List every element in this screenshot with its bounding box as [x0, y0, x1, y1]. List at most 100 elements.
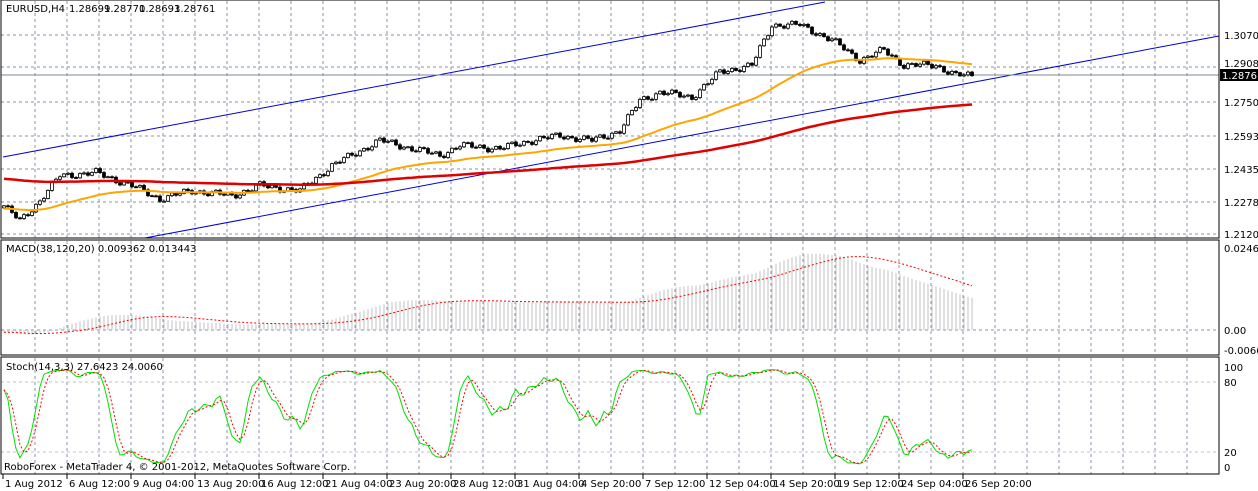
candle: [526, 140, 530, 143]
candle: [626, 114, 630, 126]
candle: [30, 211, 34, 216]
candle: [398, 144, 402, 150]
candle: [6, 205, 10, 208]
candle: [342, 157, 346, 163]
candle: [266, 185, 270, 189]
candle: [914, 63, 918, 67]
candle: [450, 147, 454, 154]
candle: [290, 187, 294, 190]
candle: [942, 66, 946, 73]
price-tick-label: 1.30700: [1224, 31, 1258, 42]
candle: [542, 136, 546, 139]
candle: [750, 62, 754, 66]
candle: [274, 185, 278, 188]
candle: [78, 173, 82, 179]
candle: [326, 170, 330, 176]
candle: [758, 45, 762, 58]
time-label: 14 Sep 20:00: [773, 479, 840, 490]
candle: [86, 172, 90, 176]
candle: [370, 146, 374, 151]
candle: [646, 96, 650, 100]
candle: [402, 146, 406, 150]
candle: [178, 193, 182, 196]
candle: [102, 172, 106, 178]
candle: [530, 141, 534, 145]
candle: [674, 89, 678, 93]
candle: [746, 62, 750, 67]
candle: [670, 89, 674, 95]
moving-averages: [3, 57, 973, 212]
candle: [474, 146, 478, 149]
candle: [566, 135, 570, 140]
candle: [958, 72, 962, 77]
stoch-tick-label: 20: [1224, 448, 1237, 459]
current-price-label: 1.28761: [1222, 71, 1258, 82]
candle: [630, 110, 634, 116]
stoch-tick-label: 80: [1224, 378, 1237, 389]
candle: [782, 25, 786, 29]
candle: [682, 95, 686, 98]
candle: [534, 140, 538, 145]
candle: [334, 161, 338, 165]
candle: [358, 150, 362, 157]
candle: [850, 49, 854, 54]
candle: [350, 152, 354, 156]
candle: [506, 143, 510, 149]
candle: [166, 195, 170, 202]
candle: [158, 195, 162, 202]
candle: [774, 23, 778, 28]
ohlc-close: 1.28761: [174, 4, 215, 15]
candle: [522, 140, 526, 146]
trend-channel[interactable]: [1, 1, 1220, 239]
candle: [694, 97, 698, 100]
candle: [866, 55, 870, 58]
panel-frames: [0, 0, 1220, 475]
candle: [430, 152, 434, 155]
time-label: 7 Sep 12:00: [645, 479, 705, 490]
candle: [386, 140, 390, 143]
candle: [622, 124, 626, 134]
candle: [842, 44, 846, 51]
candle: [754, 56, 758, 66]
candle: [106, 176, 110, 179]
candle: [642, 96, 646, 100]
price-tick-label: 1.25930: [1224, 132, 1258, 143]
candle: [494, 146, 498, 150]
candle: [698, 89, 702, 99]
candle: [718, 69, 722, 73]
candle: [518, 144, 522, 147]
candle: [710, 78, 714, 85]
candle: [482, 144, 486, 149]
candle: [462, 142, 466, 148]
candle: [498, 146, 502, 150]
metatrader-chart[interactable]: 1.30700 1.29080 1.27505 1.25930 1.24355 1.227…: [0, 0, 1258, 491]
price-tick-label: 1.22780: [1224, 198, 1258, 209]
candle: [726, 71, 730, 74]
candle: [766, 35, 770, 40]
candle: [330, 163, 334, 172]
time-label: 6 Aug 12:00: [69, 479, 130, 490]
candle: [666, 93, 670, 96]
ma-slow-line: [3, 103, 973, 186]
candle: [446, 152, 450, 158]
candle: [486, 147, 490, 153]
candle: [650, 98, 654, 101]
candle: [42, 198, 46, 202]
time-label: 13 Aug 20:00: [197, 479, 264, 490]
candle: [206, 193, 210, 197]
candle: [366, 148, 370, 151]
ma-fast-line: [3, 57, 973, 212]
candle: [786, 23, 790, 29]
macd-tick-label: -0.006620: [1224, 346, 1258, 357]
candle: [378, 137, 382, 141]
candle: [394, 139, 398, 146]
candle: [662, 90, 666, 96]
symbol-label: EURUSD,H4: [6, 4, 65, 15]
time-label: 31 Aug 04:00: [517, 479, 584, 490]
candle: [606, 137, 610, 140]
candle: [882, 47, 886, 50]
candle: [702, 84, 706, 91]
candle: [562, 136, 566, 140]
stoch-panel: [3, 369, 973, 465]
channel-lower-line: [144, 35, 1220, 239]
